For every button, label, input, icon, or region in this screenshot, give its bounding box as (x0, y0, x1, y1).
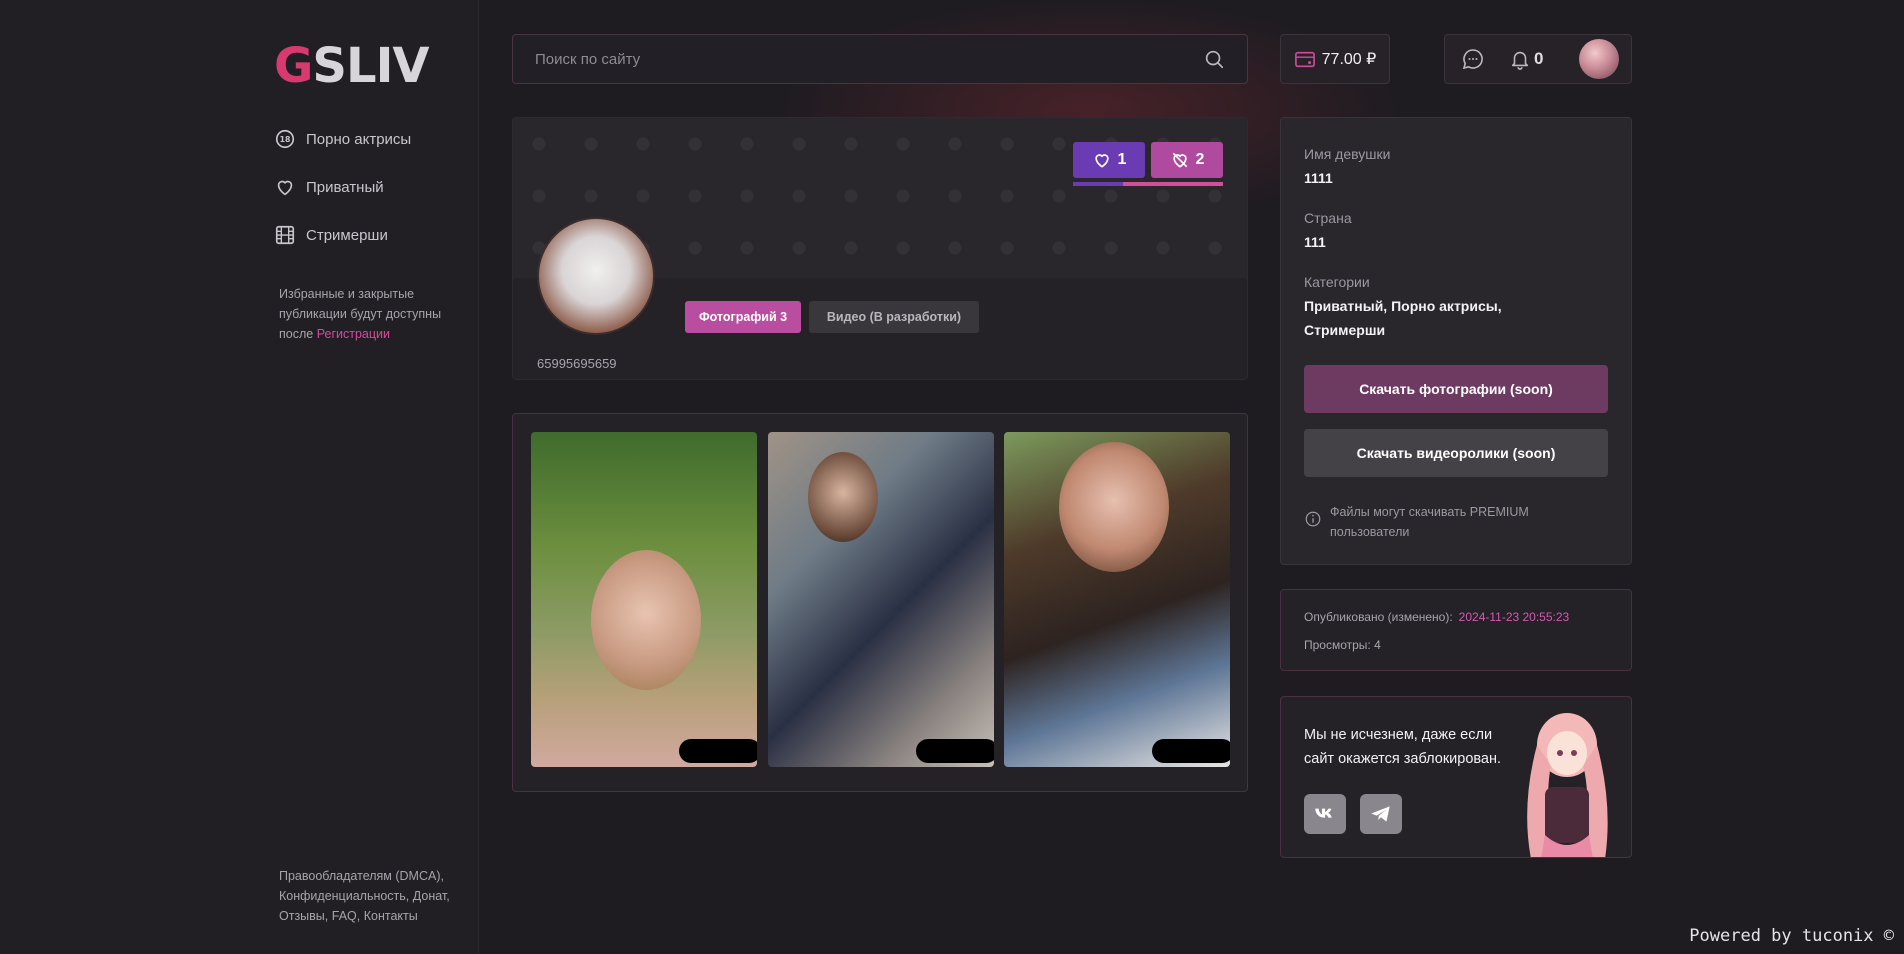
profile-id: 65995695659 (537, 356, 617, 371)
footer-link-donate[interactable]: Донат, (413, 889, 450, 903)
vote-ratio-bar (1073, 182, 1223, 186)
film-icon (275, 225, 295, 245)
like-count: 1 (1117, 151, 1127, 168)
promo-text: Мы не исчезнем, даже если сайт окажется … (1304, 727, 1502, 767)
telegram-button[interactable] (1360, 794, 1402, 834)
user-panel: 0 (1444, 34, 1632, 84)
user-avatar[interactable] (1579, 39, 1619, 79)
categories-value: Приватный, Порно актрисы, Стримерши (1304, 298, 1502, 338)
gallery-photo[interactable] (1004, 432, 1230, 767)
info-icon (1305, 511, 1321, 527)
search-icon[interactable] (1203, 48, 1225, 70)
vote-bar-dislikes (1122, 182, 1223, 186)
registration-note: Избранные и закрытые публикации будут до… (279, 284, 459, 344)
like-button[interactable]: 1 (1073, 142, 1145, 178)
name-value: 1111 (1304, 170, 1333, 186)
registration-link[interactable]: Регистрации (317, 327, 390, 341)
published-row: Опубликовано (изменено): 2024-11-23 20:55… (1304, 610, 1569, 624)
footer-link-reviews[interactable]: Отзывы, (279, 909, 328, 923)
bell-icon (1511, 51, 1529, 70)
country-value: 111 (1304, 234, 1326, 250)
sidebar-item-label: Порно актрисы (306, 130, 412, 148)
vk-icon (1315, 808, 1332, 818)
footer-link-privacy[interactable]: Конфиденциальность, (279, 889, 409, 903)
gallery-photo[interactable] (768, 432, 994, 767)
profile-card: 1 2 Фотографий 3 Видео (В разработки) 65… (512, 117, 1248, 380)
chat-icon[interactable] (1461, 47, 1485, 71)
published-date: 2024-11-23 20:55:23 (1458, 610, 1570, 624)
vk-button[interactable] (1304, 794, 1346, 834)
premium-note: Файлы могут скачивать PREMIUM пользовате… (1304, 502, 1604, 542)
sidebar-item-porn-actresses[interactable]: 18 Порно актрисы (274, 128, 411, 150)
sidebar-footer: Правообладателям (DMCA), Конфиденциально… (279, 866, 469, 926)
dislike-button[interactable]: 2 (1151, 142, 1223, 178)
sidebar-item-label: Приватный (306, 178, 384, 196)
published-label: Опубликовано (изменено): (1304, 610, 1453, 624)
country-label: Страна (1304, 210, 1352, 226)
name-label: Имя девушки (1304, 146, 1391, 162)
categories-label: Категории (1304, 274, 1370, 290)
profile-avatar (537, 217, 655, 335)
photo-subject (1059, 442, 1169, 572)
photo-redaction (1152, 739, 1230, 763)
gallery-photo[interactable] (531, 432, 757, 767)
broken-heart-icon (1172, 152, 1187, 168)
tab-photos[interactable]: Фотографий 3 (685, 301, 801, 333)
heart-icon (277, 180, 293, 196)
powered-by-footer: Powered by tuconix © (1689, 926, 1894, 946)
wallet-icon (1294, 51, 1315, 68)
search-input[interactable] (535, 50, 1203, 68)
sidebar-item-private[interactable]: Приватный (274, 176, 384, 198)
notifications-button[interactable]: 0 (1509, 48, 1543, 70)
balance-button[interactable]: 77.00 ₽ (1280, 34, 1390, 84)
photo-redaction (916, 739, 994, 763)
notifications-count: 0 (1534, 49, 1544, 68)
promo-card: Мы не исчезнем, даже если сайт окажется … (1280, 696, 1632, 858)
girl-info-card: Имя девушки 1111 Страна 111 Категории Пр… (1280, 117, 1632, 565)
18-plus-icon: 18 (275, 129, 295, 149)
premium-note-text: Файлы могут скачивать PREMIUM пользовате… (1330, 505, 1529, 539)
download-videos-button[interactable]: Скачать видеоролики (soon) (1304, 429, 1608, 477)
balance-amount: 77.00 ₽ (1321, 51, 1377, 68)
footer-link-faq[interactable]: FAQ, (332, 909, 360, 923)
download-photos-button[interactable]: Скачать фотографии (soon) (1304, 365, 1608, 413)
heart-icon (1094, 154, 1109, 168)
logo-first-letter: G (274, 38, 313, 94)
search-bar (512, 34, 1248, 84)
anime-mascot-image (1527, 713, 1608, 857)
logo-rest: SLIV (312, 38, 429, 94)
photo-subject (808, 452, 878, 542)
tab-video[interactable]: Видео (В разработки) (809, 301, 979, 333)
vote-bar-likes (1073, 182, 1123, 186)
photo-subject (591, 550, 701, 690)
sidebar-item-label: Стримерши (306, 226, 388, 244)
photo-redaction (679, 739, 757, 763)
publication-meta: Опубликовано (изменено): 2024-11-23 20:55… (1280, 589, 1632, 671)
sidebar: GSLIV 18 Порно актрисы Приватный Стример… (0, 0, 479, 954)
footer-link-dmca[interactable]: Правообладателям (DMCA), (279, 869, 444, 883)
site-logo[interactable]: GSLIV (274, 38, 430, 94)
sidebar-item-streamers[interactable]: Стримерши (274, 224, 388, 246)
dislike-count: 2 (1195, 151, 1205, 168)
footer-link-contacts[interactable]: Контакты (364, 909, 418, 923)
telegram-icon (1371, 806, 1390, 822)
views-count: Просмотры: 4 (1304, 638, 1381, 652)
svg-text:18: 18 (280, 135, 291, 144)
photo-gallery (512, 413, 1248, 792)
